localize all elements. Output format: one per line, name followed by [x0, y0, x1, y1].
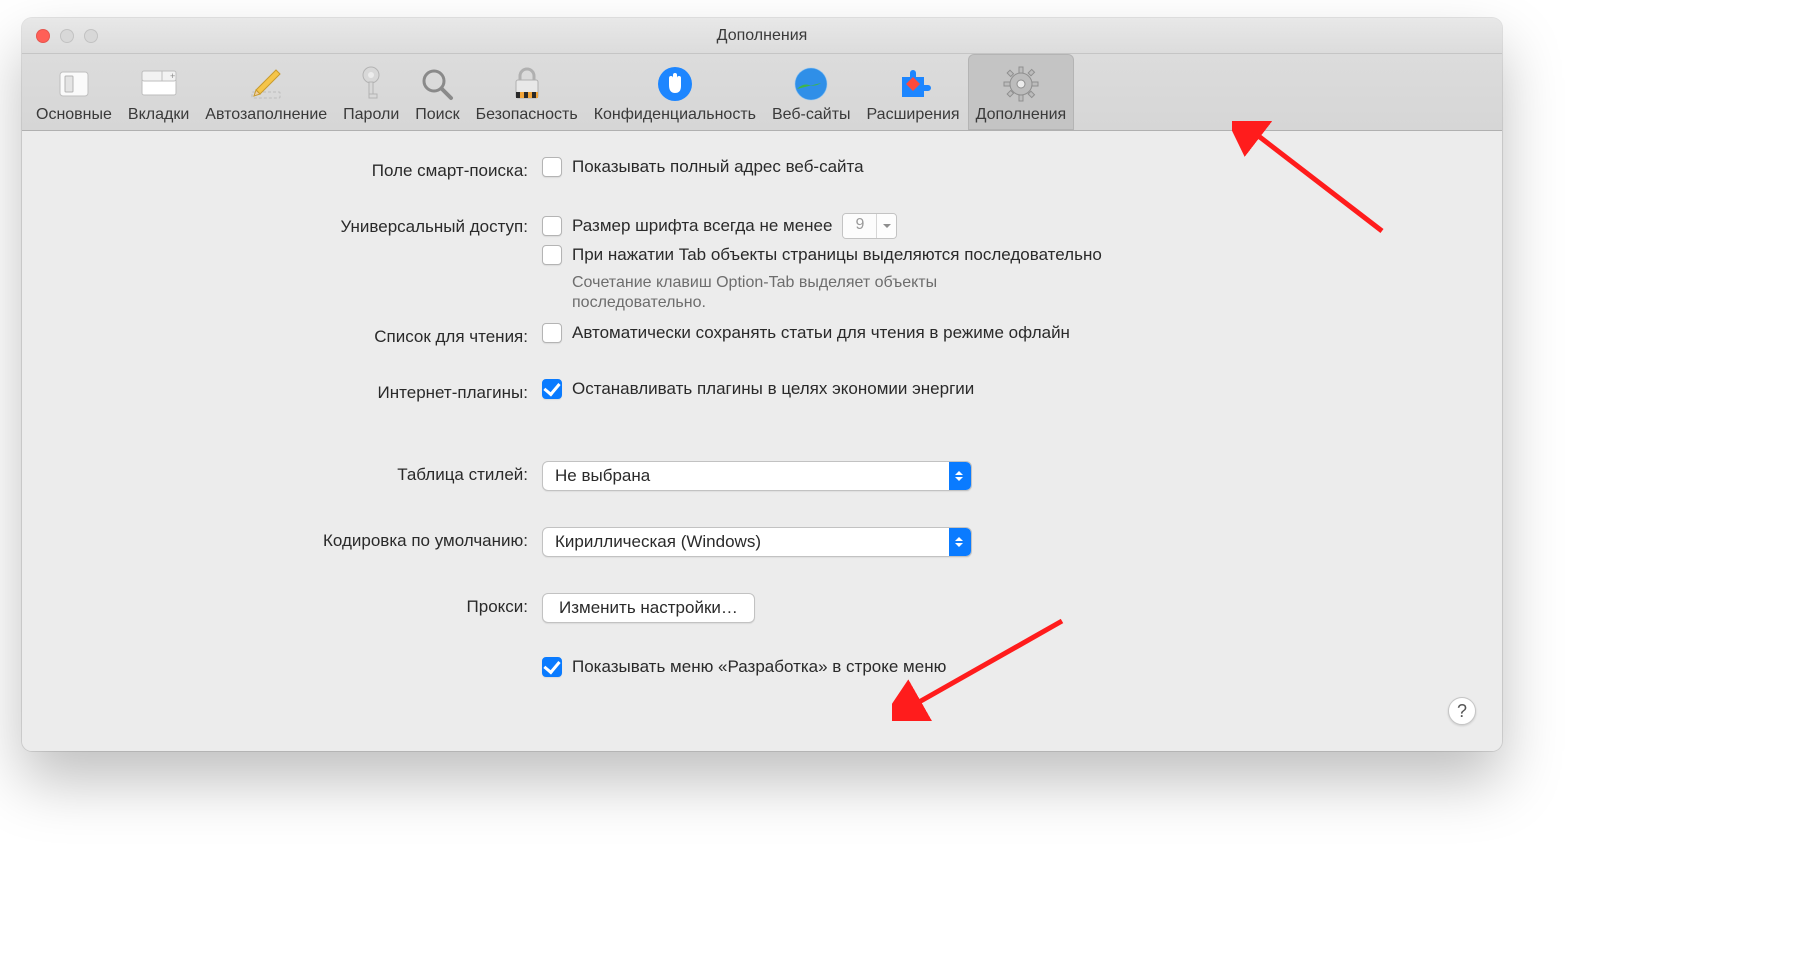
- tab-highlight-checkbox[interactable]: [542, 245, 562, 265]
- default-encoding-value: Кириллическая (Windows): [543, 532, 773, 552]
- tab-advanced[interactable]: Дополнения: [968, 54, 1075, 130]
- tab-label: Безопасность: [476, 106, 578, 124]
- tab-extensions[interactable]: Расширения: [859, 54, 968, 130]
- tabs-icon: +: [137, 62, 181, 106]
- tab-highlight-text: При нажатии Tab объекты страницы выделяю…: [572, 245, 1102, 265]
- default-encoding-label: Кодировка по умолчанию:: [62, 527, 542, 553]
- updown-icon: [949, 528, 971, 556]
- help-button[interactable]: ?: [1448, 697, 1476, 725]
- tab-label: Основные: [36, 106, 112, 124]
- show-full-url-checkbox[interactable]: [542, 157, 562, 177]
- stop-plugins-checkbox[interactable]: [542, 379, 562, 399]
- preferences-toolbar: Основные + Вкладки Автозаполнение Пароли: [22, 54, 1502, 131]
- min-font-size-text: Размер шрифта всегда не менее: [572, 216, 832, 236]
- style-sheet-popup[interactable]: Не выбрана: [542, 461, 972, 491]
- tab-general[interactable]: Основные: [28, 54, 120, 130]
- tab-label: Конфиденциальность: [594, 106, 756, 124]
- default-encoding-popup[interactable]: Кириллическая (Windows): [542, 527, 972, 557]
- stop-plugins-text: Останавливать плагины в целях экономии э…: [572, 379, 974, 399]
- advanced-pane: Поле смарт-поиска: Показывать полный адр…: [22, 131, 1502, 751]
- tab-label: Вкладки: [128, 106, 189, 124]
- style-sheet-label: Таблица стилей:: [62, 461, 542, 487]
- tab-autofill[interactable]: Автозаполнение: [197, 54, 335, 130]
- tab-highlight-hint: Сочетание клавиш Option-Tab выделяет объ…: [542, 273, 1002, 313]
- key-icon: [349, 62, 393, 106]
- reading-list-label: Список для чтения:: [62, 323, 542, 349]
- titlebar: Дополнения: [22, 18, 1502, 54]
- gear-icon: [999, 62, 1043, 106]
- tab-label: Автозаполнение: [205, 106, 327, 124]
- svg-text:+: +: [170, 71, 175, 81]
- window-title: Дополнения: [22, 27, 1502, 45]
- show-develop-menu-text: Показывать меню «Разработка» в строке ме…: [572, 657, 946, 677]
- globe-icon: [789, 62, 833, 106]
- style-sheet-value: Не выбрана: [543, 466, 662, 486]
- tab-label: Поиск: [415, 106, 459, 124]
- hand-icon: [653, 62, 697, 106]
- save-offline-checkbox[interactable]: [542, 323, 562, 343]
- tab-websites[interactable]: Веб-сайты: [764, 54, 859, 130]
- tab-tabs[interactable]: + Вкладки: [120, 54, 197, 130]
- tab-label: Пароли: [343, 106, 399, 124]
- puzzle-icon: [891, 62, 935, 106]
- tab-search[interactable]: Поиск: [407, 54, 467, 130]
- universal-access-label: Универсальный доступ:: [62, 213, 542, 239]
- smart-search-label: Поле смарт-поиска:: [62, 157, 542, 183]
- tab-label: Дополнения: [976, 106, 1067, 124]
- tab-security[interactable]: Безопасность: [468, 54, 586, 130]
- pencil-icon: [244, 62, 288, 106]
- tab-privacy[interactable]: Конфиденциальность: [586, 54, 764, 130]
- chevron-down-icon: [876, 214, 896, 238]
- switch-icon: [52, 62, 96, 106]
- min-font-size-checkbox[interactable]: [542, 216, 562, 236]
- lock-icon: [505, 62, 549, 106]
- tab-label: Веб-сайты: [772, 106, 851, 124]
- preferences-window: Дополнения Основные + Вкладки Автозаполн…: [22, 18, 1502, 751]
- updown-icon: [949, 462, 971, 490]
- tab-label: Расширения: [867, 106, 960, 124]
- min-font-size-value: 9: [843, 214, 876, 238]
- change-proxy-settings-button[interactable]: Изменить настройки…: [542, 593, 755, 623]
- save-offline-text: Автоматически сохранять статьи для чтени…: [572, 323, 1070, 343]
- internet-plugins-label: Интернет-плагины:: [62, 379, 542, 405]
- min-font-size-stepper[interactable]: 9: [842, 213, 897, 239]
- search-icon: [415, 62, 459, 106]
- show-develop-menu-checkbox[interactable]: [542, 657, 562, 677]
- tab-passwords[interactable]: Пароли: [335, 54, 407, 130]
- show-full-url-text: Показывать полный адрес веб-сайта: [572, 157, 864, 177]
- help-icon: ?: [1457, 701, 1467, 722]
- proxies-label: Прокси:: [62, 593, 542, 619]
